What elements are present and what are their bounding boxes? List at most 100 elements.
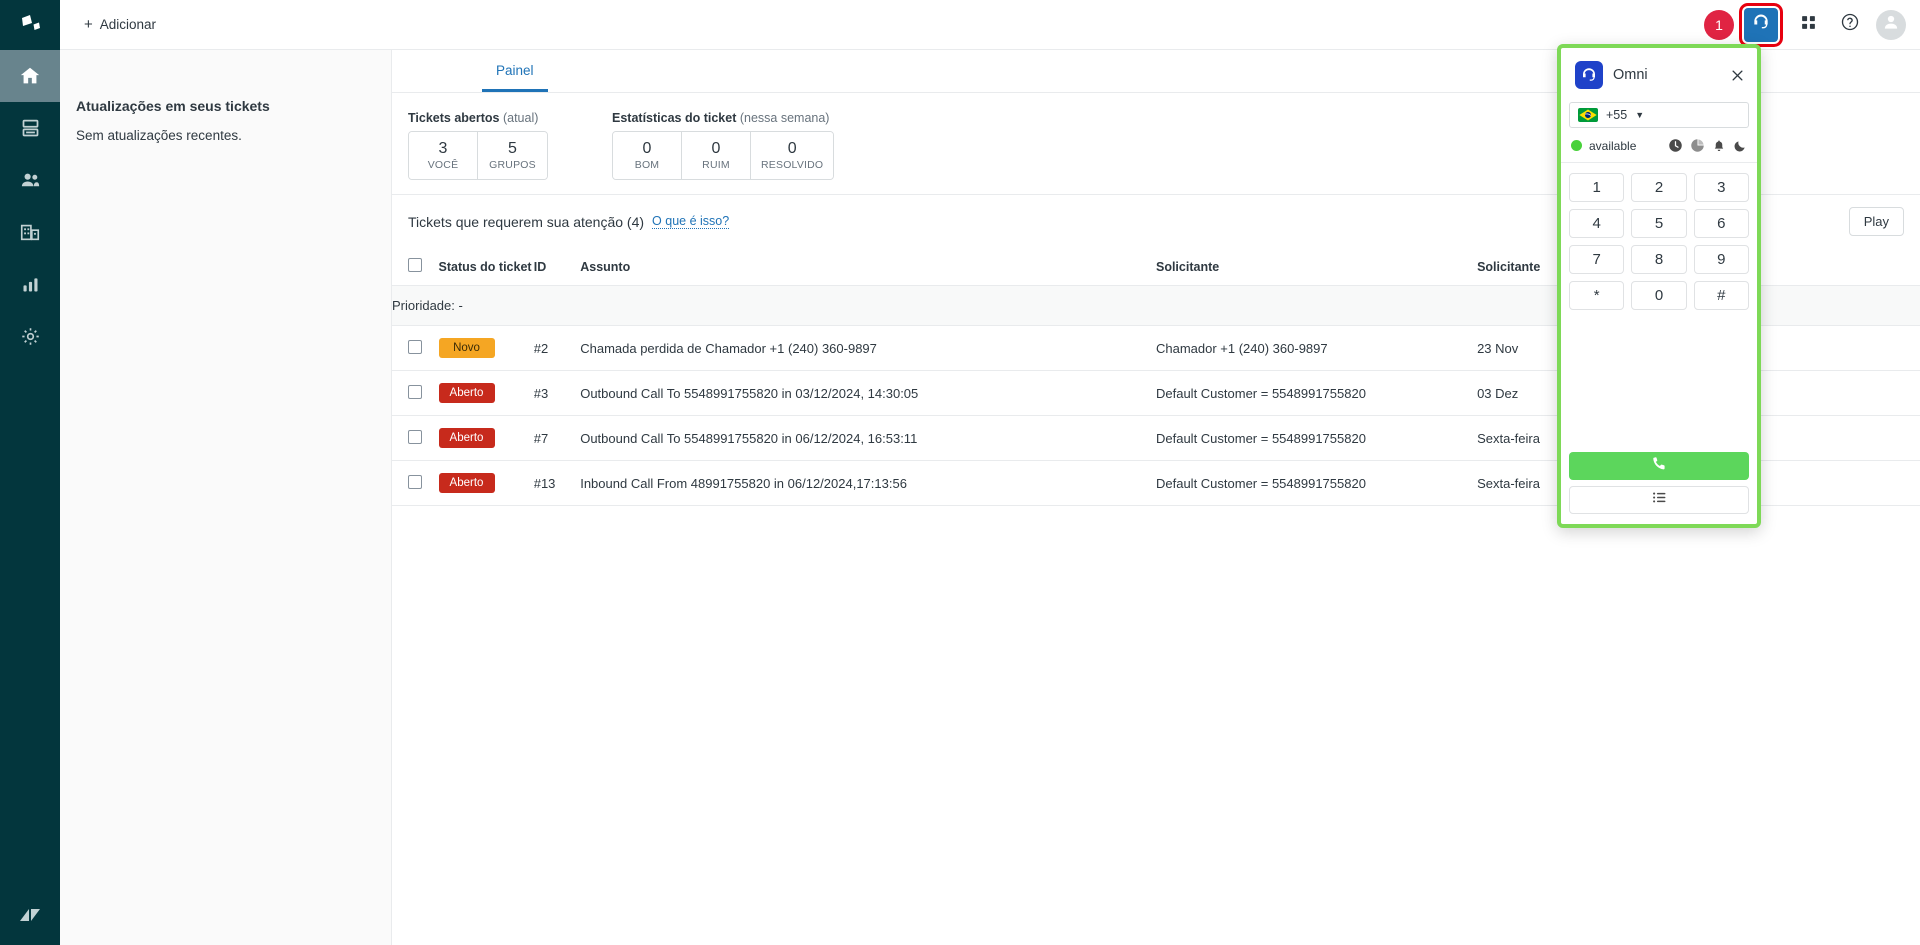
row-checkbox[interactable] — [408, 339, 422, 354]
dialpad-key-2[interactable]: 2 — [1631, 173, 1687, 202]
stat-group-title: Tickets abertos (atual) — [408, 111, 548, 125]
dialpad-key-star[interactable]: * — [1569, 281, 1625, 310]
header-requester[interactable]: Solicitante — [1155, 248, 1478, 286]
row-checkbox[interactable] — [408, 429, 422, 444]
select-all-checkbox[interactable] — [408, 258, 422, 272]
stat-box-ruim[interactable]: 0 RUIM — [682, 132, 751, 179]
header-subject[interactable]: Assunto — [580, 248, 1156, 286]
list-icon — [1651, 489, 1668, 511]
stat-value: 0 — [642, 140, 652, 157]
sidebar-item-views[interactable] — [0, 102, 60, 154]
dialpad-key-4[interactable]: 4 — [1569, 209, 1625, 238]
call-button[interactable] — [1569, 452, 1749, 480]
home-icon — [19, 65, 41, 87]
stat-box-resolvido[interactable]: 0 RESOLVIDO — [751, 132, 834, 179]
app-root: + Adicionar 1 Atualizações em seus ticke… — [0, 0, 1920, 945]
stat-label: BOM — [634, 159, 660, 171]
row-checkbox[interactable] — [408, 384, 422, 399]
row-requester: Default Customer = 5548991755820 — [1155, 370, 1478, 416]
omni-header: Omni — [1561, 48, 1757, 102]
row-subject[interactable]: Outbound Call To 5548991755820 in 06/12/… — [580, 415, 1156, 461]
apps-button[interactable] — [1792, 9, 1824, 41]
dialpad: 1 2 3 4 5 6 7 8 9 * 0 # — [1561, 163, 1757, 314]
primary-nav-rail — [0, 0, 60, 945]
dialpad-key-hash[interactable]: # — [1693, 281, 1749, 310]
dialpad-key-7[interactable]: 7 — [1569, 245, 1625, 274]
omni-spacer — [1561, 314, 1757, 452]
brazil-flag-icon — [1578, 108, 1598, 122]
call-history-button[interactable] — [1569, 486, 1749, 514]
agent-status-label: available — [1589, 138, 1637, 153]
avatar[interactable] — [1876, 9, 1906, 40]
row-requester: Default Customer = 5548991755820 — [1155, 460, 1478, 506]
status-indicator-dot — [1571, 140, 1582, 151]
bar-chart-icon — [20, 274, 41, 295]
row-select-cell — [392, 370, 439, 416]
organizations-icon — [19, 221, 41, 243]
stat-box-grupos[interactable]: 5 GRUPOS — [478, 132, 547, 179]
row-checkbox[interactable] — [408, 474, 422, 489]
sidebar-item-organizations[interactable] — [0, 206, 60, 258]
dialpad-key-6[interactable]: 6 — [1693, 209, 1749, 238]
sidebar-item-reporting[interactable] — [0, 258, 60, 310]
omni-title: Omni — [1613, 67, 1648, 83]
sidebar-item-admin[interactable] — [0, 310, 60, 362]
dialpad-key-0[interactable]: 0 — [1631, 281, 1687, 310]
updates-empty-text: Sem atualizações recentes. — [76, 128, 242, 143]
row-select-cell — [392, 460, 439, 506]
stat-group-title-main: Estatísticas do ticket — [612, 111, 737, 125]
row-requester: Chamador +1 (240) 360-9897 — [1155, 325, 1478, 371]
dialpad-key-9[interactable]: 9 — [1693, 245, 1749, 274]
updates-panel: Atualizações em seus tickets Sem atualiz… — [60, 50, 392, 945]
dialpad-key-8[interactable]: 8 — [1631, 245, 1687, 274]
dialpad-key-5[interactable]: 5 — [1631, 209, 1687, 238]
add-button-label: Adicionar — [99, 17, 157, 32]
header-id[interactable]: ID — [533, 248, 581, 286]
user-avatar-icon — [1881, 12, 1901, 37]
dialpad-key-3[interactable]: 3 — [1693, 173, 1749, 202]
status-badge: Aberto — [438, 383, 495, 403]
sidebar-item-customers[interactable] — [0, 154, 60, 206]
add-button[interactable]: + Adicionar — [76, 12, 164, 37]
moon-icon[interactable] — [1733, 139, 1747, 153]
row-subject[interactable]: Outbound Call To 5548991755820 in 03/12/… — [580, 370, 1156, 416]
top-bar: + Adicionar 1 — [60, 0, 1920, 50]
what-is-this-link[interactable]: O que é isso? — [652, 214, 730, 229]
tab-painel[interactable]: Painel — [482, 63, 548, 92]
zendesk-logo-icon[interactable] — [0, 0, 60, 50]
zendesk-mark-icon[interactable] — [0, 885, 60, 945]
clock-icon[interactable] — [1668, 138, 1683, 153]
plus-icon: + — [84, 16, 93, 33]
stat-group-title-main: Tickets abertos — [408, 111, 500, 125]
phone-icon — [1651, 455, 1668, 477]
stat-label: RESOLVIDO — [761, 159, 824, 171]
header-status[interactable]: Status do ticket — [438, 248, 534, 286]
dialpad-key-1[interactable]: 1 — [1569, 173, 1625, 202]
play-button[interactable]: Play — [1848, 207, 1904, 236]
row-subject[interactable]: Inbound Call From 48991755820 in 06/12/2… — [580, 460, 1156, 506]
stat-value: 0 — [711, 140, 721, 157]
status-badge: Novo — [438, 338, 495, 358]
country-code-select[interactable]: +55 ▼ — [1569, 102, 1749, 128]
question-circle-icon — [1840, 12, 1860, 37]
stat-box-bom[interactable]: 0 BOM — [613, 132, 682, 179]
notification-badge[interactable]: 1 — [1704, 9, 1734, 40]
updates-title: Atualizações em seus tickets — [76, 98, 270, 114]
pie-chart-icon[interactable] — [1690, 138, 1705, 153]
close-icon[interactable] — [1730, 68, 1745, 83]
gear-icon — [20, 326, 41, 347]
row-id: #13 — [533, 460, 581, 506]
row-subject[interactable]: Chamada perdida de Chamador +1 (240) 360… — [580, 325, 1156, 371]
stat-value: 3 — [438, 140, 448, 157]
agent-status-row: available — [1561, 136, 1757, 163]
row-requester: Default Customer = 5548991755820 — [1155, 415, 1478, 461]
row-select-cell — [392, 415, 439, 461]
omni-launcher-button[interactable] — [1739, 2, 1783, 47]
stat-label: VOCÊ — [427, 159, 459, 171]
stat-boxes: 3 VOCÊ 5 GRUPOS — [408, 131, 548, 180]
sidebar-item-home[interactable] — [0, 50, 60, 102]
status-badge: Aberto — [438, 473, 495, 493]
bell-icon[interactable] — [1712, 139, 1726, 153]
stat-box-voce[interactable]: 3 VOCÊ — [409, 132, 478, 179]
help-button[interactable] — [1834, 9, 1866, 41]
